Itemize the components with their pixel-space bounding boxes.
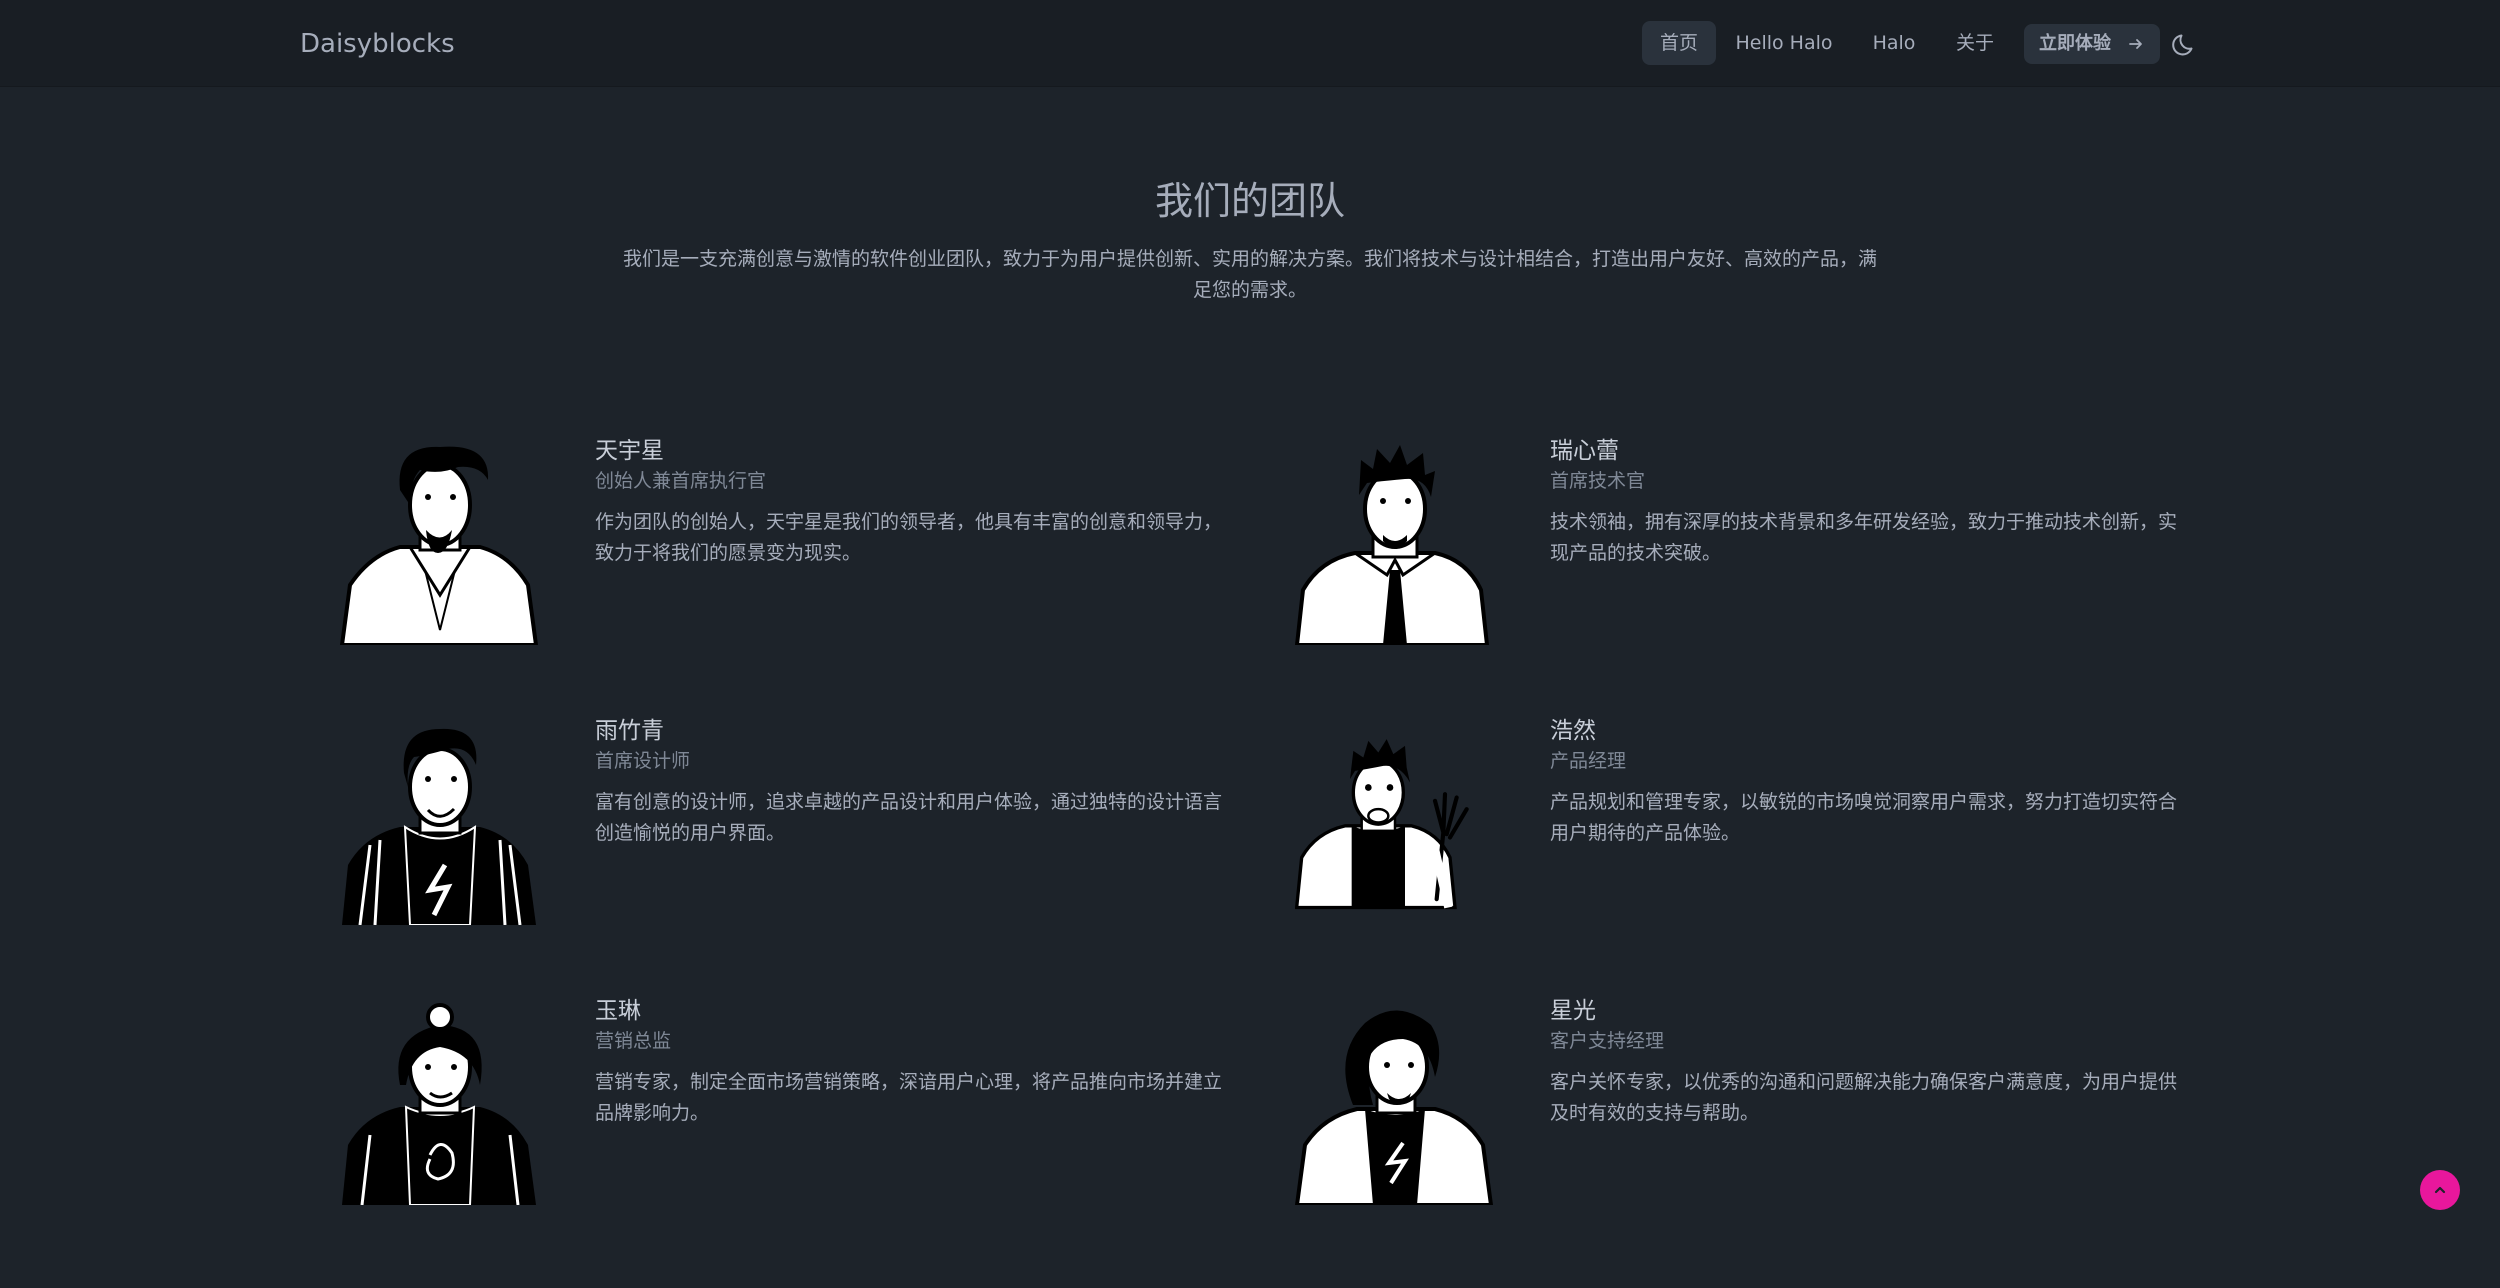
- member-bio: 富有创意的设计师，追求卓越的产品设计和用户体验，通过独特的设计语言创造愉悦的用户…: [595, 791, 1223, 844]
- chevron-up-icon: [2434, 1186, 2446, 1194]
- member-name: 瑞心蕾: [1550, 438, 1619, 464]
- avatar: [340, 435, 540, 645]
- team-member-card: 天宇星 创始人兼首席执行官 作为团队的创始人，天宇星是我们的领导者，他具有丰富的…: [340, 435, 1270, 655]
- team-member-card: 玉琳 营销总监 营销专家，制定全面市场营销策略，深谙用户心理，将产品推向市场并建…: [340, 995, 1270, 1215]
- avatar: [1295, 715, 1495, 925]
- member-bio: 营销专家，制定全面市场营销策略，深谙用户心理，将产品推向市场并建立品牌影响力。: [595, 1071, 1223, 1124]
- avatar: [340, 715, 540, 925]
- member-name: 星光: [1550, 998, 1596, 1024]
- member-name: 玉琳: [595, 998, 641, 1024]
- nav-item-about[interactable]: 关于: [1942, 21, 2008, 65]
- page-description: 我们是一支充满创意与激情的软件创业团队，致力于为用户提供创新、实用的解决方案。我…: [622, 248, 1877, 301]
- member-role: 营销总监: [595, 1030, 672, 1052]
- nav-item-home[interactable]: 首页: [1642, 21, 1716, 65]
- member-role: 首席设计师: [595, 750, 691, 772]
- team-member-card: 雨竹青 首席设计师 富有创意的设计师，追求卓越的产品设计和用户体验，通过独特的设…: [340, 715, 1270, 935]
- brand-logo[interactable]: Daisyblocks: [300, 26, 455, 62]
- team-member-card: 星光 客户支持经理 客户关怀专家，以优秀的沟通和问题解决能力确保客户满意度，为用…: [1295, 995, 2225, 1215]
- avatar: [1295, 995, 1495, 1205]
- try-now-label: 立即体验: [2039, 33, 2111, 54]
- member-bio: 产品规划和管理专家，以敏锐的市场嗅觉洞察用户需求，努力打造切实符合用户期待的产品…: [1550, 791, 2178, 844]
- nav-item-halo[interactable]: Halo: [1860, 21, 1928, 65]
- team-member-card: 浩然 产品经理 产品规划和管理专家，以敏锐的市场嗅觉洞察用户需求，努力打造切实符…: [1295, 715, 2225, 935]
- member-bio: 作为团队的创始人，天宇星是我们的领导者，他具有丰富的创意和领导力，致力于将我们的…: [595, 511, 1223, 564]
- navbar: Daisyblocks 首页 Hello Halo Halo 关于 立即体验: [0, 0, 2500, 87]
- member-name: 雨竹青: [595, 718, 664, 744]
- member-role: 产品经理: [1550, 750, 1627, 772]
- page-title: 我们的团队: [1154, 179, 1345, 223]
- member-role: 客户支持经理: [1550, 1030, 1665, 1052]
- avatar: [1295, 435, 1495, 645]
- member-bio: 客户关怀专家，以优秀的沟通和问题解决能力确保客户满意度，为用户提供及时有效的支持…: [1550, 1071, 2178, 1124]
- moon-icon[interactable]: [2170, 29, 2200, 59]
- member-name: 浩然: [1550, 718, 1596, 744]
- scroll-to-top-button[interactable]: [2420, 1170, 2460, 1210]
- avatar: [340, 995, 540, 1205]
- nav-item-hello-halo[interactable]: Hello Halo: [1730, 21, 1838, 65]
- member-bio: 技术领袖，拥有深厚的技术背景和多年研发经验，致力于推动技术创新，实现产品的技术突…: [1550, 511, 2178, 564]
- member-role: 创始人兼首席执行官: [595, 470, 767, 492]
- try-now-button[interactable]: 立即体验: [2024, 24, 2160, 64]
- arrow-right-icon: [2129, 39, 2142, 49]
- member-role: 首席技术官: [1550, 470, 1646, 492]
- member-name: 天宇星: [595, 438, 664, 464]
- team-member-card: 瑞心蕾 首席技术官 技术领袖，拥有深厚的技术背景和多年研发经验，致力于推动技术创…: [1295, 435, 2225, 655]
